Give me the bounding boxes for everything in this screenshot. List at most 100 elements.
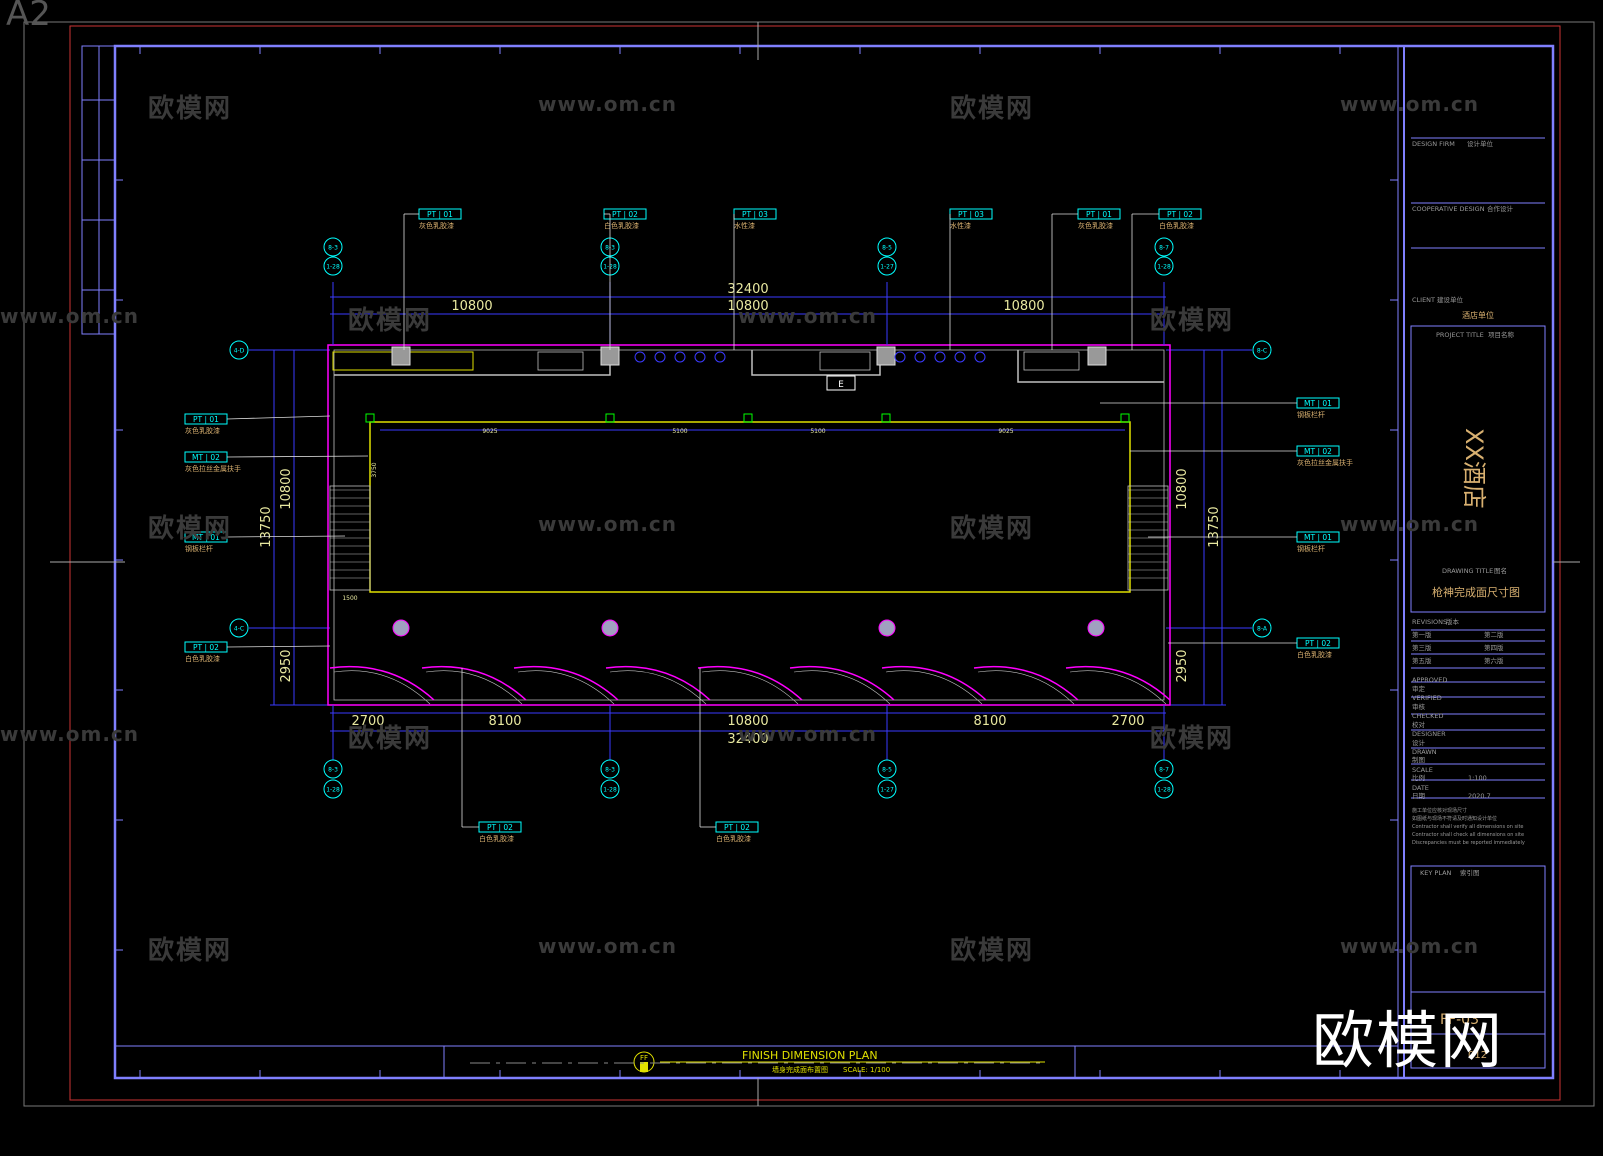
tb-key-plan-cn: 索引图 xyxy=(1460,868,1480,877)
axis-label: 1-28 xyxy=(326,787,340,794)
axis-label: 1-27 xyxy=(880,264,894,271)
material-tag-code: PT | 02 xyxy=(612,210,638,219)
tb-date: DATE xyxy=(1412,784,1429,792)
dimension-text: 3750 xyxy=(371,462,378,477)
tb-revision: 第四版 xyxy=(1484,643,1504,652)
leader-line xyxy=(226,645,331,648)
pillar xyxy=(391,346,411,366)
tb-project-title: PROJECT TITLE xyxy=(1436,331,1484,339)
tb-note: Discrepancies must be reported immediate… xyxy=(1412,840,1525,846)
material-tag-desc: 钢板栏杆 xyxy=(1297,410,1325,419)
watermark-url: www.om.cn xyxy=(1340,92,1480,116)
material-tag-code: MT | 01 xyxy=(1304,533,1332,542)
material-tag-desc: 钢板栏杆 xyxy=(185,544,213,553)
tb-scale-cn: 比例 xyxy=(1412,773,1425,782)
material-tag-code: MT | 02 xyxy=(192,453,220,462)
axis-label: 8-5 xyxy=(882,245,892,252)
dimension-text: 1500 xyxy=(342,595,357,602)
pillar xyxy=(876,346,896,366)
round-column xyxy=(878,619,896,637)
facade-arc xyxy=(513,665,619,701)
tb-checked-cn: 校对 xyxy=(1412,720,1426,729)
facade-arc xyxy=(977,670,1075,705)
tb-note: 如图纸与现场不符请及时通知设计单位 xyxy=(1412,815,1497,822)
material-tag-desc: 白色乳胶漆 xyxy=(1159,221,1194,230)
tb-revision: 第六版 xyxy=(1484,656,1504,665)
building-walls xyxy=(327,344,1171,706)
axis-label: 1-28 xyxy=(1157,787,1171,794)
tb-scale: SCALE xyxy=(1412,766,1433,774)
tb-revision: 第一版 xyxy=(1412,630,1432,639)
axis-label: 8-3 xyxy=(328,245,338,252)
dimension-text: 10800 xyxy=(451,299,492,314)
material-tag-desc: 灰色拉丝金属扶手 xyxy=(1297,458,1353,467)
axis-label: 1-27 xyxy=(880,787,894,794)
tb-drawing-name: 枪神完成面尺寸图 xyxy=(1432,585,1520,599)
watermark-url: www.om.cn xyxy=(0,304,140,328)
tb-date-cn: 日期 xyxy=(1412,792,1426,800)
axis-label: 4-C xyxy=(234,626,244,633)
facade-arc xyxy=(1065,665,1171,701)
facade-arc xyxy=(609,670,707,705)
tb-client-cn: 建设单位 xyxy=(1437,295,1464,304)
leader-line xyxy=(226,415,331,420)
material-tag-code: MT | 01 xyxy=(1304,399,1332,408)
watermark: 欧模网 xyxy=(1150,724,1235,754)
plan-title-cn: 墙身完成面布置图 xyxy=(772,1065,828,1074)
facade-arc xyxy=(333,670,431,705)
dimension-text: 5100 xyxy=(810,428,825,435)
leader-line xyxy=(226,455,369,458)
dimension-text: 10800 xyxy=(279,468,294,509)
tb-verified: VERIFIED xyxy=(1412,694,1442,702)
watermark: 欧模网 xyxy=(148,94,233,124)
round-column xyxy=(392,619,410,637)
facade-arc xyxy=(701,670,799,705)
material-tag-desc: 水性漆 xyxy=(734,221,755,230)
facade-arc xyxy=(697,665,803,701)
dimension-text: 13750 xyxy=(1207,506,1222,547)
dimension-text: 10800 xyxy=(1175,468,1190,509)
facade-arc xyxy=(885,670,983,705)
watermark: 欧模网 xyxy=(348,306,433,336)
material-tag-desc: 灰色乳胶漆 xyxy=(185,426,220,435)
tb-design-firm-cn: 设计单位 xyxy=(1467,139,1494,148)
watermark-url: www.om.cn xyxy=(1340,934,1480,958)
facade-arc xyxy=(421,665,527,701)
watermark: 欧模网 xyxy=(148,936,233,966)
round-columns xyxy=(392,619,1105,637)
tb-cooperative: COOPERATIVE DESIGN xyxy=(1412,205,1485,213)
plan-title: FF FINISH DIMENSION PLAN 墙身完成面布置图 SCALE:… xyxy=(470,1049,1045,1074)
dimension-text: 9025 xyxy=(998,428,1013,435)
tb-revisions: REVISIONS xyxy=(1412,618,1447,626)
pillar xyxy=(1087,346,1107,366)
dimension-text: 2950 xyxy=(279,649,294,682)
tb-revision: 第五版 xyxy=(1412,656,1432,665)
watermark-logo: 欧模网 xyxy=(1312,1004,1505,1077)
axis-label: 8-C xyxy=(1257,348,1267,355)
material-tag-desc: 白色乳胶漆 xyxy=(716,834,751,843)
axis-label: 8-3 xyxy=(328,767,338,774)
material-tag-code: MT | 02 xyxy=(1304,447,1332,456)
sheet-size-mark: A2 xyxy=(6,0,51,34)
cad-drawing: DESIGN FIRM 设计单位 COOPERATIVE DESIGN 合作设计… xyxy=(23,21,1595,1107)
dimension-text: 5100 xyxy=(672,428,687,435)
tb-cooperative-cn: 合作设计 xyxy=(1487,204,1514,213)
tb-note: Contractor shall verify all dimensions o… xyxy=(1412,824,1524,830)
watermark-url: www.om.cn xyxy=(538,934,678,958)
axis-label: 4-D xyxy=(234,348,245,355)
axis-label: 8-3 xyxy=(605,767,615,774)
facade-arc xyxy=(881,665,987,701)
plan-title-symbol: FF xyxy=(640,1054,648,1062)
material-tag-code: PT | 03 xyxy=(742,210,768,219)
tb-approved-cn: 审定 xyxy=(1412,684,1426,693)
tb-drawn: DRAWN xyxy=(1412,748,1437,756)
material-tag-desc: 白色乳胶漆 xyxy=(479,834,514,843)
tb-note: Contractor shall check all dimensions on… xyxy=(1412,832,1524,838)
tb-drawing-title-cn: 图名 xyxy=(1494,566,1507,575)
facade-arc xyxy=(605,665,711,701)
material-tag-desc: 灰色乳胶漆 xyxy=(419,221,454,230)
plan-title-en: FINISH DIMENSION PLAN xyxy=(742,1049,878,1062)
material-tag-code: PT | 02 xyxy=(724,823,750,832)
facade-arc xyxy=(793,670,891,705)
plan-scale: SCALE: 1/100 xyxy=(843,1066,890,1074)
